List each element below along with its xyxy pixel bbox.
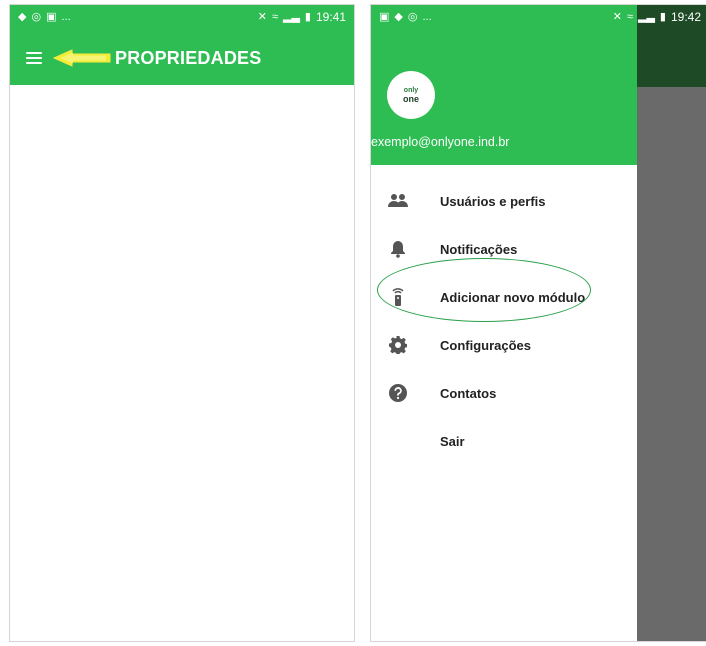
menu-item-contatos[interactable]: Contatos — [371, 369, 637, 417]
battery-icon: ▮ — [304, 10, 311, 23]
drawer-scrim[interactable] — [637, 5, 706, 641]
app-bar: ◆ ◎ ▣ ... ✕ ≈ ▂▃ ▮ 19:41 PROPRIEDADES — [10, 5, 354, 85]
image-icon: ▣ — [379, 10, 390, 23]
status-bar: ▣ ◆ ◎ ... ✕ ≈ ▂▃ ▮ 19:42 — [371, 5, 706, 29]
more-indicator: ... — [61, 10, 71, 23]
menu-item-configuracoes[interactable]: Configurações — [371, 321, 637, 369]
battery-icon: ▮ — [659, 10, 666, 23]
users-icon — [388, 191, 408, 211]
signal-icon: ▂▃ — [282, 10, 300, 23]
status-time: 19:42 — [670, 10, 701, 24]
menu-item-usuarios-e-perfis[interactable]: Usuários e perfis — [371, 177, 637, 225]
more-indicator: ... — [422, 10, 432, 23]
mute-icon: ✕ — [257, 10, 267, 23]
notification-icon: ◆ — [394, 10, 403, 23]
signal-icon: ▂▃ — [637, 10, 655, 23]
notification-icon: ◆ — [18, 10, 27, 23]
whatsapp-icon: ◎ — [31, 10, 42, 23]
user-email: exemplo@onlyone.ind.br — [371, 135, 510, 149]
navigation-drawer: ▣ ◆ ◎ ... ✕ ≈ ▂▃ ▮ 19:42 only one exempl… — [371, 5, 701, 641]
menu-item-label: Sair — [440, 433, 465, 449]
whatsapp-icon: ◎ — [407, 10, 418, 23]
menu-item-label: Contatos — [440, 385, 497, 401]
menu-item-label: Notificações — [440, 241, 518, 257]
help-icon — [388, 383, 408, 403]
image-icon: ▣ — [46, 10, 57, 23]
menu-hamburger-icon[interactable] — [26, 52, 42, 64]
mute-icon: ✕ — [612, 10, 622, 23]
menu-item-label: Configurações — [440, 337, 532, 353]
menu-item-sair[interactable]: Sair — [371, 417, 637, 465]
main-content — [10, 85, 354, 641]
menu-item-label: Usuários e perfis — [440, 193, 546, 209]
wifi-icon: ≈ — [626, 10, 633, 23]
arrow-pointer-icon — [52, 49, 111, 67]
highlight-ellipse — [377, 258, 591, 322]
phone-screen-drawer: ▣ ◆ ◎ ... ✕ ≈ ▂▃ ▮ 19:42 only one exempl… — [370, 4, 706, 642]
status-bar: ◆ ◎ ▣ ... ✕ ≈ ▂▃ ▮ 19:41 — [10, 5, 354, 29]
gear-icon — [388, 335, 408, 355]
onlyone-logo: only one — [387, 71, 435, 119]
logo-text-one: one — [402, 94, 419, 104]
page-title: PROPRIEDADES — [115, 48, 262, 68]
status-time: 19:41 — [315, 10, 346, 24]
phone-screen-propriedades: ◆ ◎ ▣ ... ✕ ≈ ▂▃ ▮ 19:41 PROPRIEDADES — [9, 4, 355, 642]
drawer-header: ▣ ◆ ◎ ... ✕ ≈ ▂▃ ▮ 19:42 only one exempl… — [371, 5, 701, 165]
bell-icon — [388, 239, 408, 259]
wifi-icon: ≈ — [271, 10, 278, 23]
